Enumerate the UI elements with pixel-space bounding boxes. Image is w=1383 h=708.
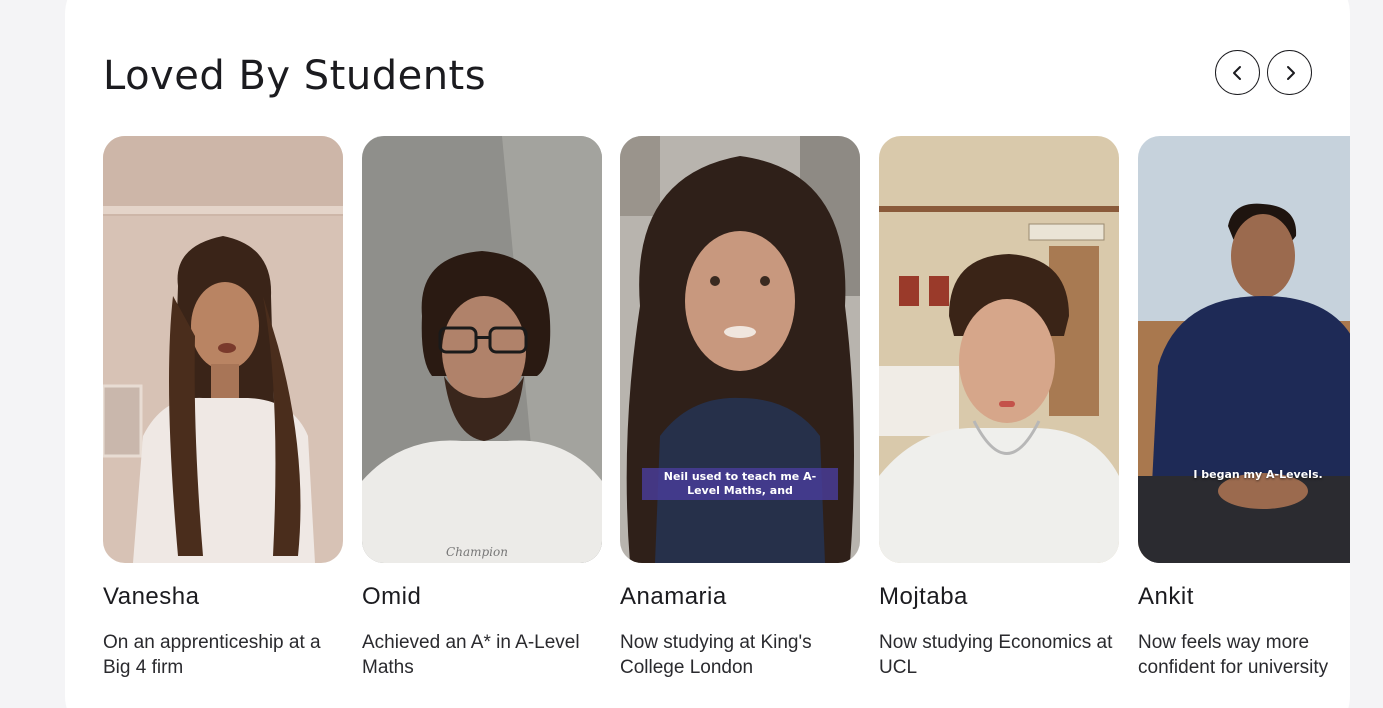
testimonial-video-omid[interactable]: Champion xyxy=(362,136,602,563)
chevron-right-icon xyxy=(1286,65,1295,80)
student-name: Anamaria xyxy=(620,583,727,610)
testimonial-card[interactable]: Vanesha On an apprenticeship at a Big 4 … xyxy=(103,136,343,678)
video-thumbnail xyxy=(879,136,1119,563)
chevron-left-icon xyxy=(1232,65,1241,80)
student-description: Now feels way more confident for univers… xyxy=(1138,632,1329,678)
video-thumbnail xyxy=(1138,136,1350,563)
video-caption: I began my A-Levels. xyxy=(1193,468,1323,481)
testimonial-video-anamaria[interactable]: Neil used to teach me A-Level Maths, and xyxy=(620,136,860,563)
testimonial-video-ankit[interactable]: I began my A-Levels. xyxy=(1138,136,1350,563)
student-description: On an apprenticeship at a Big 4 firm xyxy=(103,632,321,678)
testimonial-card[interactable]: Neil used to teach me A-Level Maths, and… xyxy=(620,136,860,678)
student-name: Ankit xyxy=(1138,583,1194,610)
section-title: Loved By Students xyxy=(103,53,487,99)
video-thumbnail: Champion xyxy=(362,136,602,563)
testimonial-card[interactable]: Champion Omid Achieved an A* in A-Level … xyxy=(362,136,602,678)
testimonial-video-vanesha[interactable] xyxy=(103,136,343,563)
testimonial-carousel: Vanesha On an apprenticeship at a Big 4 … xyxy=(103,136,1350,696)
testimonial-video-mojtaba[interactable] xyxy=(879,136,1119,563)
video-caption: Neil used to teach me A-Level Maths, and xyxy=(642,468,838,500)
student-description: Now studying Economics at UCL xyxy=(879,632,1113,678)
shirt-logo-text: Champion xyxy=(446,545,508,559)
carousel-next-button[interactable] xyxy=(1267,50,1312,95)
testimonial-card[interactable]: I began my A-Levels. Ankit Now feels way… xyxy=(1138,136,1350,678)
student-description: Now studying at King's College London xyxy=(620,632,812,678)
carousel-prev-button[interactable] xyxy=(1215,50,1260,95)
video-thumbnail xyxy=(103,136,343,563)
student-name: Mojtaba xyxy=(879,583,968,610)
student-name: Vanesha xyxy=(103,583,200,610)
testimonial-card[interactable]: Mojtaba Now studying Economics at UCL xyxy=(879,136,1119,678)
student-description: Achieved an A* in A-Level Maths xyxy=(362,632,580,678)
testimonials-section: Loved By Students Vanesha On an apprenti… xyxy=(65,0,1350,708)
student-name: Omid xyxy=(362,583,422,610)
